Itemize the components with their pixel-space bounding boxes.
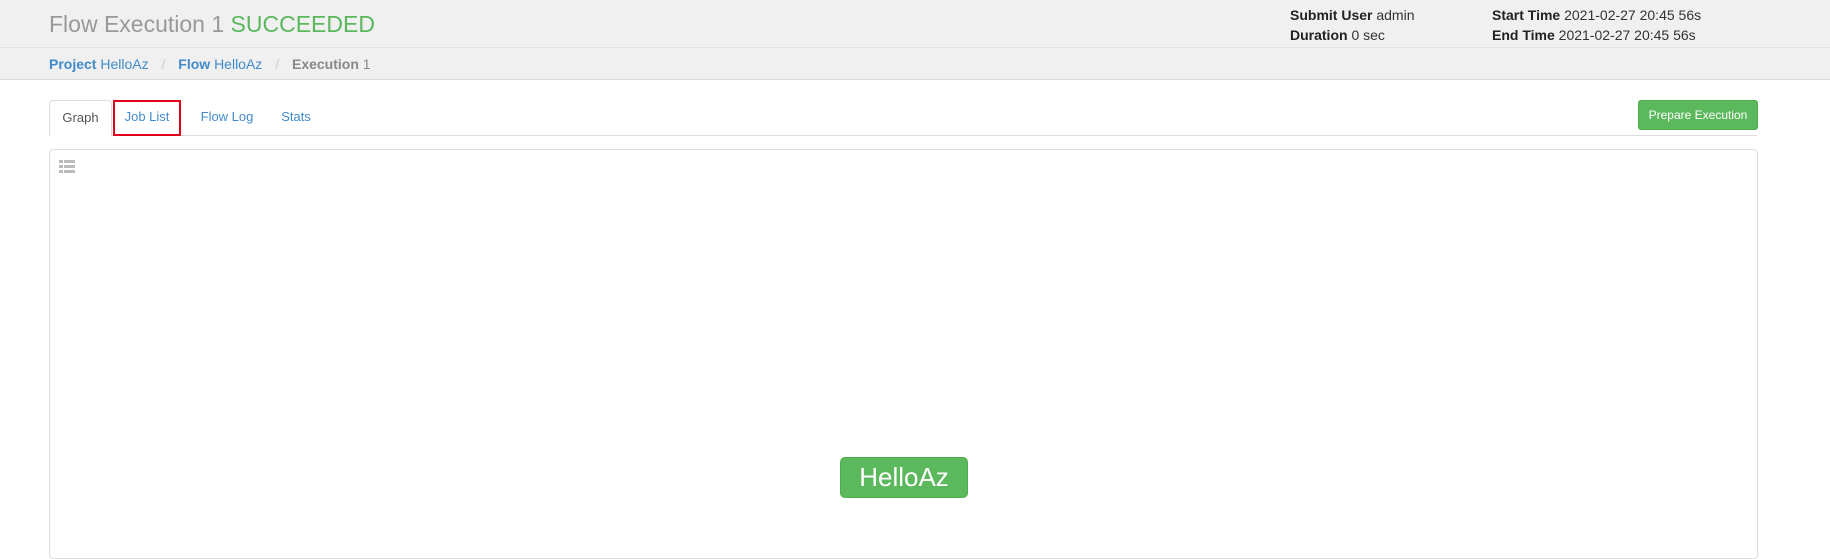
list-icon[interactable] <box>59 160 75 173</box>
end-time-row: End Time 2021-02-27 20:45 56s <box>1492 25 1701 45</box>
duration-value: 0 sec <box>1351 27 1385 43</box>
start-time-label: Start Time <box>1492 7 1561 23</box>
tab-flow-log[interactable]: Flow Log <box>190 100 264 136</box>
prepare-execution-button[interactable]: Prepare Execution <box>1638 100 1758 130</box>
end-time-value: 2021-02-27 20:45 56s <box>1558 27 1696 43</box>
flow-graph-panel[interactable]: HelloAz <box>49 149 1758 559</box>
execution-tabs: Graph Job List Flow Log Stats <box>49 100 1757 137</box>
submit-user-row: Submit User admin <box>1290 5 1415 25</box>
start-time-value: 2021-02-27 20:45 56s <box>1564 7 1702 23</box>
breadcrumb-execution-value: 1 <box>362 56 371 72</box>
breadcrumb: Project HelloAz / Flow HelloAz / Executi… <box>49 55 371 73</box>
execution-meta-left: Submit User admin Duration 0 sec <box>1290 5 1415 45</box>
breadcrumb-separator: / <box>275 56 280 72</box>
graph-node-helloaz[interactable]: HelloAz <box>840 457 968 498</box>
breadcrumb-project-value: HelloAz <box>100 56 149 72</box>
tab-graph[interactable]: Graph <box>49 100 112 137</box>
breadcrumb-project-label: Project <box>49 56 97 72</box>
execution-meta-right: Start Time 2021-02-27 20:45 56s End Time… <box>1492 5 1701 45</box>
tab-stats[interactable]: Stats <box>270 100 322 136</box>
breadcrumb-flow-link[interactable]: Flow HelloAz <box>178 56 266 72</box>
page-title: Flow Execution 1 SUCCEEDED <box>49 10 375 38</box>
breadcrumb-flow-value: HelloAz <box>214 56 263 72</box>
tab-job-list[interactable]: Job List <box>113 100 181 136</box>
submit-user-value: admin <box>1376 7 1415 23</box>
duration-label: Duration <box>1290 27 1348 43</box>
start-time-row: Start Time 2021-02-27 20:45 56s <box>1492 5 1701 25</box>
breadcrumb-flow-label: Flow <box>178 56 211 72</box>
breadcrumb-bar: Project HelloAz / Flow HelloAz / Executi… <box>0 48 1830 80</box>
breadcrumb-project-link[interactable]: Project HelloAz <box>49 56 153 72</box>
breadcrumb-separator: / <box>161 56 166 72</box>
top-header: Flow Execution 1 SUCCEEDED Submit User a… <box>0 0 1830 48</box>
breadcrumb-execution-label: Execution <box>291 56 359 72</box>
execution-title: Flow Execution 1 <box>49 11 225 37</box>
submit-user-label: Submit User <box>1290 7 1373 23</box>
execution-status: SUCCEEDED <box>230 11 375 37</box>
duration-row: Duration 0 sec <box>1290 25 1415 45</box>
end-time-label: End Time <box>1492 27 1555 43</box>
breadcrumb-execution: Execution 1 <box>292 56 371 72</box>
